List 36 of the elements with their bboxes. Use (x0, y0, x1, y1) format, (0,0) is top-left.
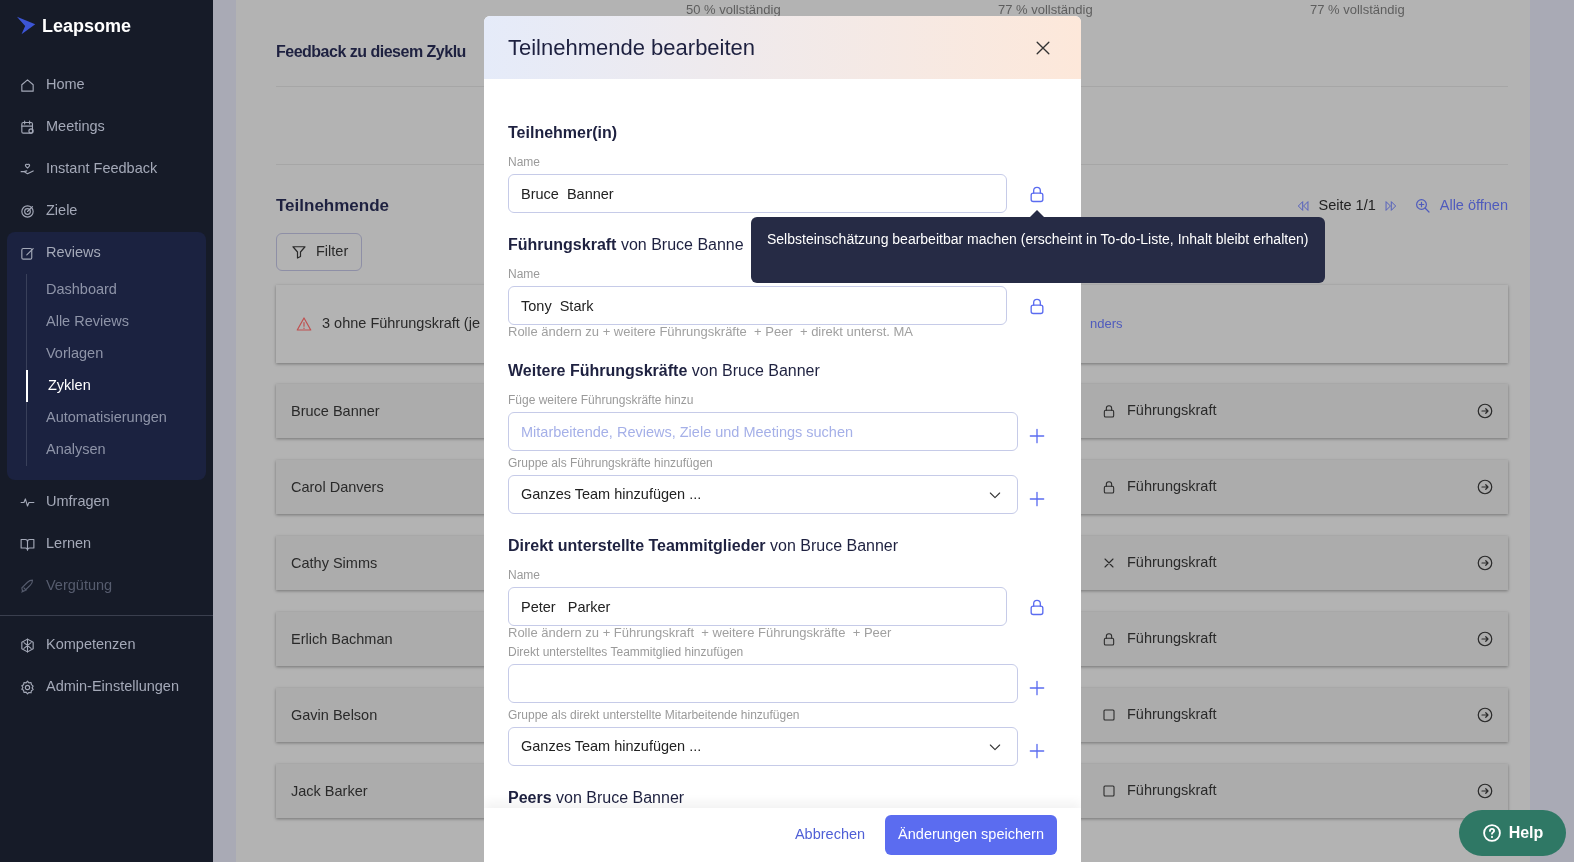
role-label: Führungskraft (1127, 629, 1217, 649)
participant-name: Bruce Banner (291, 403, 380, 419)
participant-name: Erlich Bachman (291, 631, 393, 647)
field-label: Name (508, 266, 541, 282)
warning-text: 3 ohne Führungskraft (je (322, 314, 481, 334)
section-title: Feedback zu diesem Zyklu (276, 42, 466, 62)
role-change-note: Rolle ändern zu + Führungskraft + weitere Führungskräfte + Peer (508, 626, 893, 640)
role-label: Führungskraft (1127, 401, 1217, 421)
progress-text: 77 % vollständig (1310, 2, 1405, 17)
field-label: Name (508, 154, 541, 170)
tooltip: Selbsteinschätzung bearbeitbar machen (erscheint in To-do-Liste, Inhalt bleibt erhalten) (751, 217, 1325, 283)
field-label: Direkt unterstelltes Teammitglied hinzufügen (508, 644, 745, 660)
section-heading: Direkt unterstellte Teammitglieder von Bruce Banner (508, 536, 899, 556)
page-indicator: Seite 1/1 (1318, 196, 1376, 216)
logo-text: Leapsome (42, 14, 132, 38)
progress-text: 77 % vollständig (998, 2, 1093, 17)
modal-title: Teilnehmende bearbeiten (508, 34, 756, 62)
section-title: Teilnehmende (276, 195, 390, 218)
field-label: Gruppe als Führungskräfte hinzufügen (508, 455, 714, 471)
progress-text: 50 % vollständig (686, 2, 781, 17)
role-label: Führungskraft (1127, 705, 1217, 725)
section-heading: Teilnehmer(in) (508, 123, 618, 143)
participant-name: Cathy Simms (291, 555, 378, 571)
role-label: Führungskraft (1127, 477, 1217, 497)
field-label: Name (508, 567, 541, 583)
section-heading: Weitere Führungskräfte von Bruce Banner (508, 361, 820, 381)
role-label: Führungskraft (1127, 781, 1217, 801)
participant-name: Jack Barker (291, 783, 368, 799)
participant-name: Gavin Belson (291, 707, 378, 723)
role-label: Führungskraft (1127, 553, 1217, 573)
section-heading: Peers von Bruce Banner (508, 788, 685, 808)
section-heading: Führungskraft von Bruce Banne (508, 235, 744, 255)
participant-name: Carol Danvers (291, 479, 384, 495)
field-label: Gruppe als direkt unterstellte Mitarbeitende hinzufügen (508, 707, 801, 723)
role-change-note: Rolle ändern zu + weitere Führungskräfte + Peer + direkt unterst. MA (508, 325, 914, 339)
field-label: Füge weitere Führungskräfte hinzu (508, 392, 695, 408)
